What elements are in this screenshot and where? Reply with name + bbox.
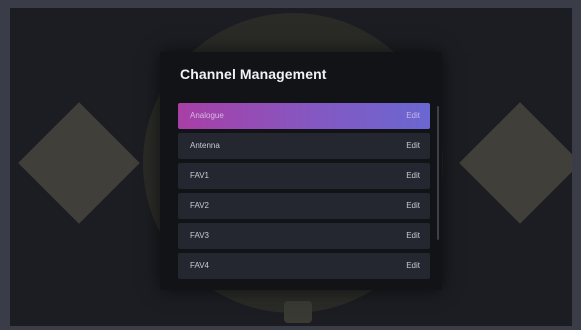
list-item-antenna[interactable]: Antenna Edit	[178, 133, 430, 159]
list-item-fav3[interactable]: FAV3 Edit	[178, 223, 430, 249]
list-item-label: Antenna	[190, 141, 220, 150]
list-item-label: FAV1	[190, 171, 209, 180]
list-item-label: FAV2	[190, 201, 209, 210]
list-scrollbar[interactable]	[437, 106, 439, 240]
channel-list: Analogue Edit Antenna Edit FAV1 Edit FAV…	[178, 103, 430, 283]
list-item-fav1[interactable]: FAV1 Edit	[178, 163, 430, 189]
dialog-title: Channel Management	[180, 66, 327, 82]
background-right-arrow-shape	[459, 102, 572, 224]
list-item-fav2[interactable]: FAV2 Edit	[178, 193, 430, 219]
tv-screen: Channel Management Analogue Edit Antenna…	[10, 8, 572, 326]
background-left-arrow-shape	[18, 102, 140, 224]
edit-button[interactable]: Edit	[406, 231, 420, 240]
list-item-fav4[interactable]: FAV4 Edit	[178, 253, 430, 279]
background-down-button-shape	[284, 301, 312, 323]
edit-button[interactable]: Edit	[406, 201, 420, 210]
edit-button[interactable]: Edit	[406, 171, 420, 180]
edit-button[interactable]: Edit	[406, 111, 420, 120]
edit-button[interactable]: Edit	[406, 261, 420, 270]
list-item-label: Analogue	[190, 111, 224, 120]
channel-management-dialog: Channel Management Analogue Edit Antenna…	[160, 52, 442, 290]
list-item-label: FAV3	[190, 231, 209, 240]
edit-button[interactable]: Edit	[406, 141, 420, 150]
list-item-label: FAV4	[190, 261, 209, 270]
list-item-analogue[interactable]: Analogue Edit	[178, 103, 430, 129]
